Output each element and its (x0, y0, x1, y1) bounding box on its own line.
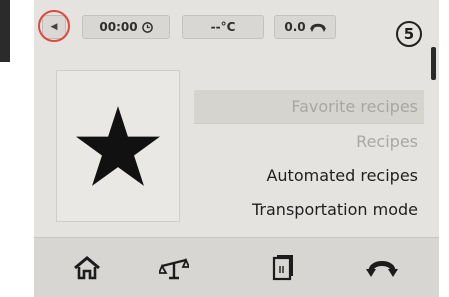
device-screen: ◀ 00:00 --°C 0.0 5 Favorite recipes Reci… (34, 0, 439, 297)
speed-value: 0.0 (284, 20, 306, 34)
temperature-value: --°C (210, 20, 236, 34)
scale-button[interactable] (157, 252, 191, 284)
reverse-rotation-button[interactable] (365, 252, 399, 284)
menu-item-favorite-recipes[interactable]: Favorite recipes (194, 90, 424, 124)
device-edge (0, 0, 10, 62)
reverse-rotation-icon (366, 261, 398, 277)
step-number: 5 (403, 25, 415, 43)
highlight-ring (38, 10, 70, 42)
home-icon (74, 256, 100, 280)
scroll-indicator[interactable] (431, 47, 436, 80)
reverse-rotation-icon (309, 23, 326, 32)
menu-item-label: Automated recipes (266, 165, 418, 185)
menu-item-label: Transportation mode (252, 199, 418, 219)
menu-item-recipes[interactable]: Recipes (194, 124, 424, 158)
temperature-display[interactable]: --°C (182, 15, 264, 39)
status-bar: ◀ 00:00 --°C 0.0 5 (34, 0, 439, 47)
home-button[interactable] (70, 252, 104, 284)
scale-icon (159, 257, 189, 280)
recipe-book-button[interactable] (266, 252, 300, 284)
recipe-menu: Favorite recipes Recipes Automated recip… (194, 90, 424, 226)
recipe-book-icon (272, 255, 293, 281)
timer-display[interactable]: 00:00 (82, 15, 170, 39)
favorites-tile[interactable] (56, 70, 180, 222)
time-value: 00:00 (99, 20, 138, 34)
star-icon (76, 106, 160, 186)
menu-item-transportation-mode[interactable]: Transportation mode (194, 192, 424, 226)
step-badge: 5 (396, 21, 422, 47)
menu-item-label: Favorite recipes (291, 97, 418, 116)
clock-icon (141, 21, 153, 33)
speed-display[interactable]: 0.0 (274, 15, 336, 39)
menu-item-label: Recipes (356, 131, 418, 151)
bottom-navigation (34, 237, 439, 297)
menu-item-automated-recipes[interactable]: Automated recipes (194, 158, 424, 192)
